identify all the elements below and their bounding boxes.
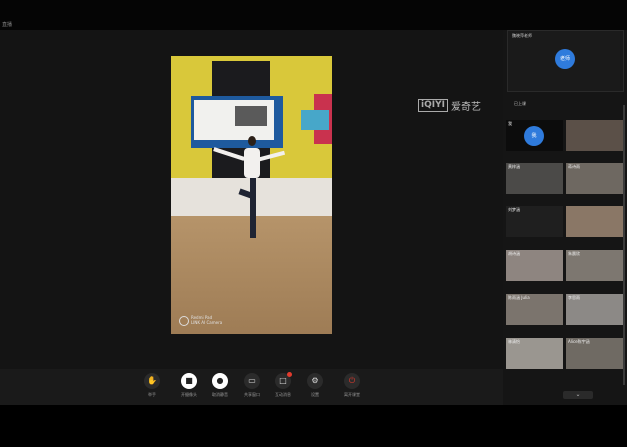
- wall-poster: [191, 96, 283, 148]
- camera-icon: ■: [181, 373, 197, 389]
- iqiyi-name: 爱奇艺: [450, 101, 481, 113]
- teacher-tile[interactable]: 魏晓萍老师 老师: [507, 30, 624, 92]
- student-tile[interactable]: 朱晨欣: [566, 250, 623, 281]
- sidebar-scrollbar[interactable]: [623, 105, 625, 385]
- student-tile[interactable]: 蒋诗雨: [566, 163, 623, 194]
- unmute-button[interactable]: ● 取消静音: [205, 373, 235, 397]
- gear-icon: ⚙: [307, 373, 323, 389]
- notification-badge: [287, 372, 292, 377]
- iqiyi-watermark: iQIYI 爱奇艺: [418, 97, 481, 113]
- leave-class-button[interactable]: ⏻ 离开课堂: [337, 373, 367, 397]
- student-tile[interactable]: [566, 120, 623, 151]
- student-tile[interactable]: 刘梦涵: [506, 206, 563, 237]
- teacher-name: 魏晓萍老师: [512, 33, 532, 38]
- scroll-down-button[interactable]: ⌄: [563, 391, 593, 399]
- iqiyi-logo-icon: iQIYI: [418, 98, 448, 112]
- student-tile[interactable]: 李思雨: [566, 294, 623, 325]
- main-video[interactable]: Redmi Pad LINK AI Camera: [171, 56, 332, 334]
- section-title: 已上课: [514, 101, 526, 106]
- microphone-icon: ●: [212, 373, 228, 389]
- title-bar: 直播: [0, 0, 627, 30]
- share-window-button[interactable]: ▭ 共享窗口: [237, 373, 267, 397]
- camera-button[interactable]: ■ 开摄像头: [174, 373, 204, 397]
- student-tile[interactable]: 胡诗涵: [506, 250, 563, 281]
- student-tile[interactable]: 黄梓涵: [506, 163, 563, 194]
- raise-hand-button[interactable]: ✋ 举手: [137, 373, 167, 397]
- message-icon: □: [275, 372, 292, 389]
- teacher-avatar: 老师: [555, 49, 575, 69]
- student-tile[interactable]: 陈雨涵 Julia: [506, 294, 563, 325]
- settings-button[interactable]: ⚙ 设置: [300, 373, 330, 397]
- messages-button[interactable]: □ 互动消息: [268, 372, 298, 397]
- camera-watermark-icon: [179, 316, 189, 326]
- student-tile[interactable]: 我 我: [506, 120, 563, 151]
- my-avatar: 我: [524, 126, 544, 146]
- student-tile[interactable]: [566, 206, 623, 237]
- screen-share-icon: ▭: [244, 373, 260, 389]
- chevron-down-icon: ⌄: [575, 391, 581, 398]
- student-tile[interactable]: 林清怡: [506, 338, 563, 369]
- raise-hand-icon: ✋: [144, 373, 160, 389]
- window-title: 直播: [2, 22, 13, 28]
- power-icon: ⏻: [344, 373, 360, 389]
- student-tile[interactable]: Alice陈宇涵: [566, 338, 623, 369]
- dancer: [248, 136, 256, 146]
